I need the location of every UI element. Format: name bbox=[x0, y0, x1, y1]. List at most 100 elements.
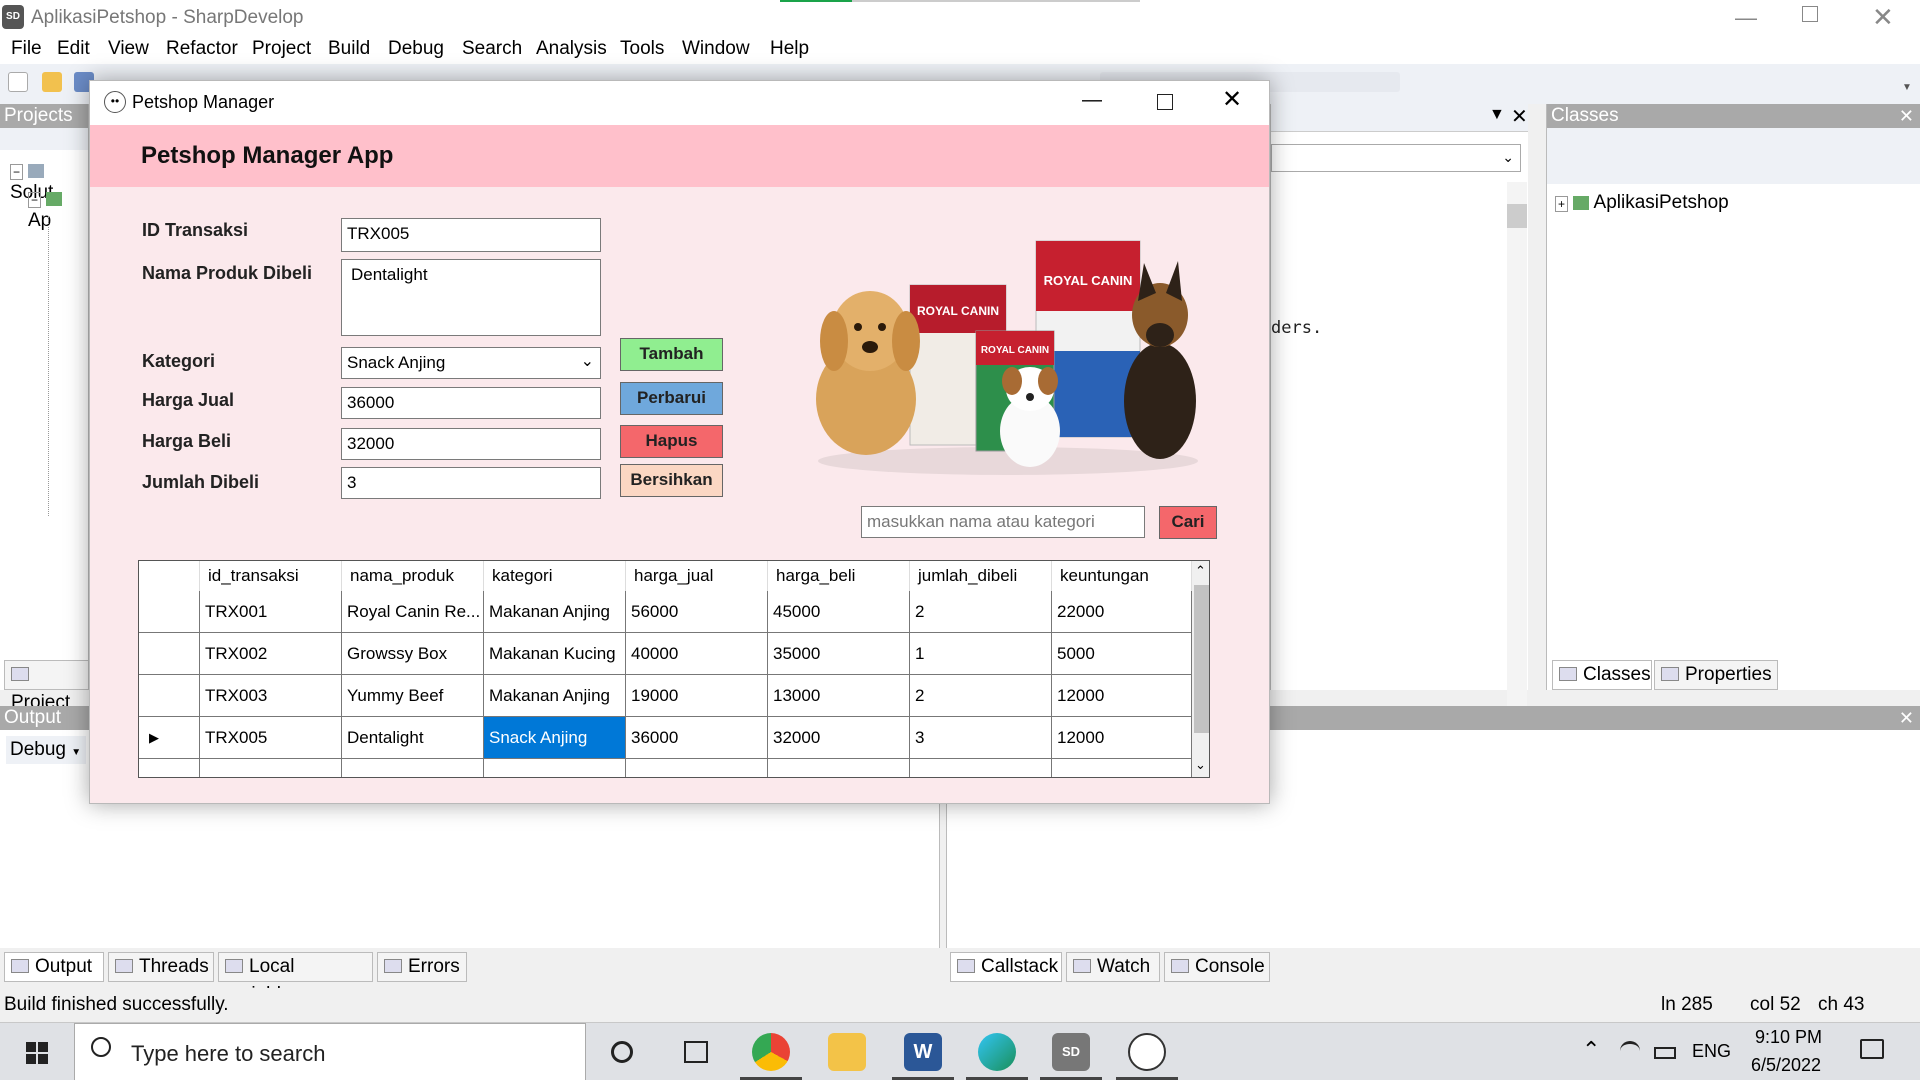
scroll-up-icon[interactable]: ⌃ bbox=[1195, 563, 1206, 579]
wifi-icon[interactable] bbox=[1620, 1041, 1640, 1061]
hapus-button[interactable]: Hapus bbox=[620, 425, 723, 458]
show-hidden-icons-chevron[interactable]: ⌃ bbox=[1582, 1037, 1600, 1063]
grid-cell[interactable]: TRX002 bbox=[200, 633, 342, 674]
grid-cell[interactable]: 36000 bbox=[626, 717, 768, 758]
ide-minimize-button[interactable]: — bbox=[1735, 5, 1757, 31]
row-header-cell[interactable] bbox=[139, 591, 200, 632]
grid-cell[interactable]: 19000 bbox=[626, 675, 768, 716]
grid-cell[interactable]: Growssy Box bbox=[342, 633, 484, 674]
row-header-cell[interactable] bbox=[139, 633, 200, 674]
tab-console[interactable]: Console bbox=[1164, 952, 1270, 982]
grid-cell[interactable]: 2 bbox=[910, 675, 1052, 716]
grid-cell[interactable]: Royal Canin Re... bbox=[342, 591, 484, 632]
grid-cell[interactable]: TRX003 bbox=[200, 675, 342, 716]
row-header-cell[interactable] bbox=[139, 675, 200, 716]
grid-cell[interactable]: Makanan Anjing bbox=[484, 675, 626, 716]
editor-pin-icon[interactable]: ▼ bbox=[1489, 106, 1505, 124]
grid-cell[interactable]: 12000 bbox=[1052, 717, 1192, 758]
menu-refactor[interactable]: Refactor bbox=[166, 38, 238, 60]
dialog-close-button[interactable]: ✕ bbox=[1222, 85, 1242, 114]
clock-date[interactable]: 6/5/2022 bbox=[1751, 1055, 1821, 1076]
word-icon[interactable]: W bbox=[904, 1033, 942, 1071]
bersihkan-button[interactable]: Bersihkan bbox=[620, 464, 723, 497]
chrome-icon[interactable] bbox=[752, 1033, 790, 1071]
ide-close-button[interactable]: ✕ bbox=[1872, 2, 1894, 33]
clock-time[interactable]: 9:10 PM bbox=[1755, 1027, 1822, 1048]
output-source-dropdown[interactable]: Debug ▼ bbox=[6, 736, 86, 764]
search-input[interactable]: masukkan nama atau kategori bbox=[861, 506, 1145, 538]
tab-callstack[interactable]: Callstack bbox=[950, 952, 1062, 982]
kategori-select[interactable]: Snack Anjing ⌄ bbox=[341, 347, 601, 379]
sharpdevelop-taskbar-icon[interactable]: SD bbox=[1052, 1033, 1090, 1071]
tab-projects[interactable]: Project bbox=[4, 660, 89, 713]
grid-cell[interactable] bbox=[342, 759, 484, 777]
menu-tools[interactable]: Tools bbox=[620, 38, 664, 60]
menu-debug[interactable]: Debug bbox=[388, 38, 444, 60]
grid-cell[interactable] bbox=[1052, 759, 1192, 777]
table-row[interactable]: TRX002 Growssy Box Makanan Kucing 40000 3500… bbox=[139, 633, 1192, 675]
table-row[interactable]: TRX003 Yummy Beef Makanan Anjing 19000 13000… bbox=[139, 675, 1192, 717]
id-transaksi-input[interactable]: TRX005 bbox=[341, 218, 601, 252]
grid-cell[interactable]: Dentalight bbox=[342, 717, 484, 758]
grid-cell[interactable]: Snack Anjing bbox=[484, 717, 626, 758]
menu-file[interactable]: File bbox=[11, 38, 42, 60]
table-row[interactable]: TRX001 Royal Canin Re... Makanan Anjing 560… bbox=[139, 591, 1192, 633]
new-file-icon[interactable] bbox=[8, 72, 28, 92]
column-header[interactable]: harga_beli bbox=[768, 561, 910, 591]
file-explorer-icon[interactable] bbox=[828, 1033, 866, 1071]
grid-scrollbar[interactable]: ⌃ ⌄ bbox=[1192, 561, 1209, 777]
task-view-icon[interactable] bbox=[684, 1041, 708, 1063]
tab-threads[interactable]: Threads bbox=[108, 952, 214, 982]
menu-analysis[interactable]: Analysis bbox=[536, 38, 607, 60]
column-header[interactable]: kategori bbox=[484, 561, 626, 591]
grid-cell[interactable]: 2 bbox=[910, 591, 1052, 632]
menu-help[interactable]: Help bbox=[770, 38, 809, 60]
column-header[interactable]: jumlah_dibeli bbox=[910, 561, 1052, 591]
grid-cell[interactable]: 32000 bbox=[768, 717, 910, 758]
menu-window[interactable]: Window bbox=[682, 38, 750, 60]
transactions-grid[interactable]: id_transaksi nama_produk kategori harga_… bbox=[138, 560, 1210, 778]
grid-cell[interactable]: Makanan Kucing bbox=[484, 633, 626, 674]
scroll-down-icon[interactable]: ⌄ bbox=[1195, 757, 1206, 773]
grid-cell[interactable]: 56000 bbox=[626, 591, 768, 632]
harga-beli-input[interactable]: 32000 bbox=[341, 428, 601, 460]
language-indicator[interactable]: ENG bbox=[1692, 1041, 1731, 1062]
grid-cell[interactable] bbox=[484, 759, 626, 777]
column-header[interactable]: keuntungan bbox=[1052, 561, 1192, 591]
editor-close-icon[interactable]: ✕ bbox=[1511, 104, 1528, 129]
grid-cell[interactable]: 45000 bbox=[768, 591, 910, 632]
grid-cell[interactable]: 5000 bbox=[1052, 633, 1192, 674]
grid-cell[interactable]: Makanan Anjing bbox=[484, 591, 626, 632]
scrollbar-thumb[interactable] bbox=[1194, 585, 1209, 733]
cortana-icon[interactable] bbox=[611, 1041, 633, 1063]
cari-button[interactable]: Cari bbox=[1159, 506, 1217, 539]
menu-build[interactable]: Build bbox=[328, 38, 370, 60]
dialog-minimize-button[interactable]: — bbox=[1082, 89, 1102, 112]
tab-classes[interactable]: Classes bbox=[1552, 660, 1652, 690]
grid-cell[interactable] bbox=[910, 759, 1052, 777]
tambah-button[interactable]: Tambah bbox=[620, 338, 723, 371]
column-header[interactable]: nama_produk bbox=[342, 561, 484, 591]
grid-cell[interactable]: 13000 bbox=[768, 675, 910, 716]
taskbar-search-box[interactable]: Type here to search bbox=[74, 1023, 586, 1080]
petshop-taskbar-icon[interactable] bbox=[1128, 1033, 1166, 1071]
grid-cell[interactable] bbox=[768, 759, 910, 777]
column-header[interactable]: id_transaksi bbox=[200, 561, 342, 591]
new-row-placeholder[interactable] bbox=[139, 759, 1192, 777]
nama-produk-textarea[interactable]: Dentalight bbox=[341, 259, 601, 336]
output-right-close-icon[interactable]: ✕ bbox=[1899, 706, 1914, 730]
perbarui-button[interactable]: Perbarui bbox=[620, 382, 723, 415]
toolbar-overflow-icon[interactable]: ▼ bbox=[1902, 82, 1912, 93]
grid-cell[interactable]: 3 bbox=[910, 717, 1052, 758]
grid-cell[interactable]: 40000 bbox=[626, 633, 768, 674]
grid-cell[interactable] bbox=[626, 759, 768, 777]
dialog-maximize-button[interactable] bbox=[1157, 94, 1173, 110]
grid-cell[interactable]: TRX005 bbox=[200, 717, 342, 758]
column-header[interactable]: harga_jual bbox=[626, 561, 768, 591]
classes-close-icon[interactable]: ✕ bbox=[1899, 104, 1914, 128]
tab-errors[interactable]: Errors bbox=[377, 952, 467, 982]
grid-cell[interactable]: 1 bbox=[910, 633, 1052, 674]
harga-jual-input[interactable]: 36000 bbox=[341, 387, 601, 419]
windows-start-icon[interactable] bbox=[26, 1042, 48, 1064]
edge-icon[interactable] bbox=[978, 1033, 1016, 1071]
